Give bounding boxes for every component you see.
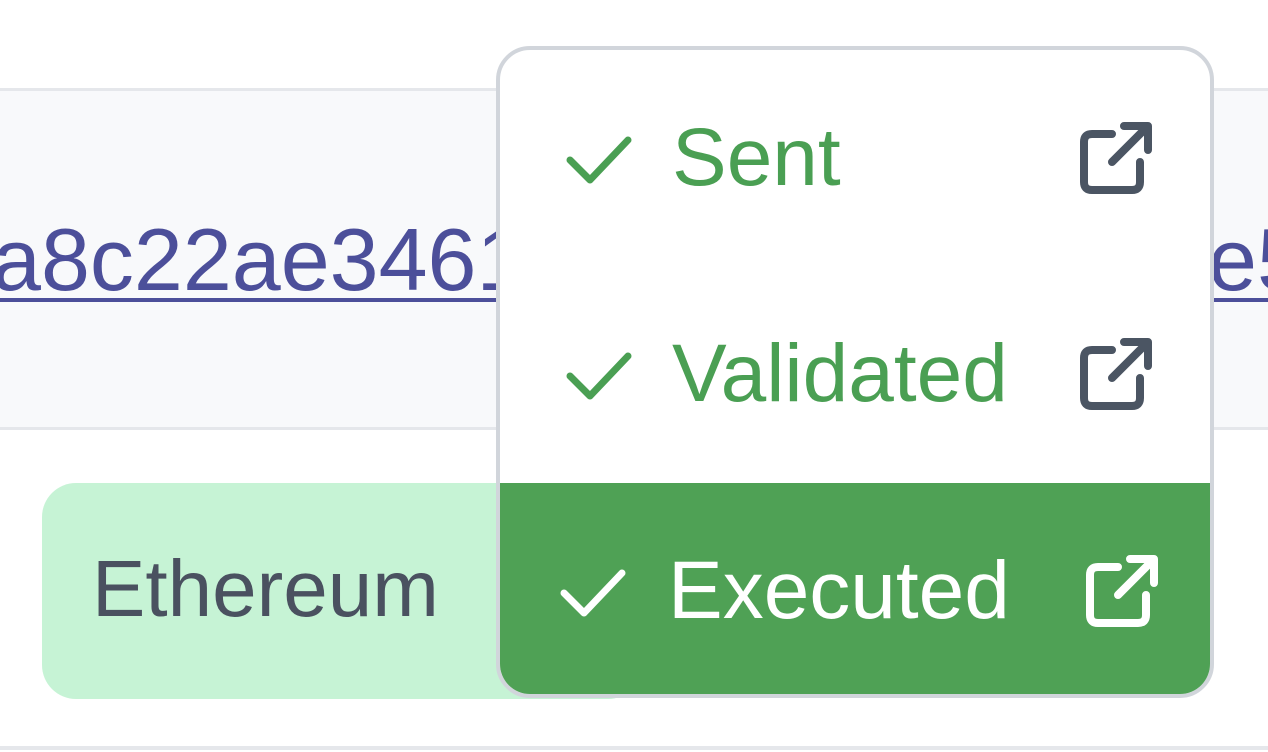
status-item-executed[interactable]: Executed	[500, 483, 1210, 694]
external-link-icon[interactable]	[1084, 553, 1160, 629]
check-icon	[566, 352, 632, 400]
status-label-executed: Executed	[668, 545, 1010, 636]
network-label: Ethereum	[92, 544, 439, 633]
external-link-icon[interactable]	[1078, 336, 1154, 412]
transaction-hash-link[interactable]: a8c22ae3461c	[0, 210, 569, 310]
transaction-status-menu: Sent Validated Executed	[496, 46, 1214, 698]
status-label-sent: Sent	[672, 112, 841, 203]
check-icon	[566, 136, 632, 184]
row-divider	[0, 746, 1268, 750]
transaction-hash-link-tail[interactable]: e5	[1208, 210, 1268, 310]
status-label-validated: Validated	[672, 328, 1008, 419]
status-item-validated[interactable]: Validated	[500, 266, 1210, 482]
check-icon	[560, 569, 626, 617]
status-item-sent[interactable]: Sent	[500, 50, 1210, 266]
external-link-icon[interactable]	[1078, 120, 1154, 196]
